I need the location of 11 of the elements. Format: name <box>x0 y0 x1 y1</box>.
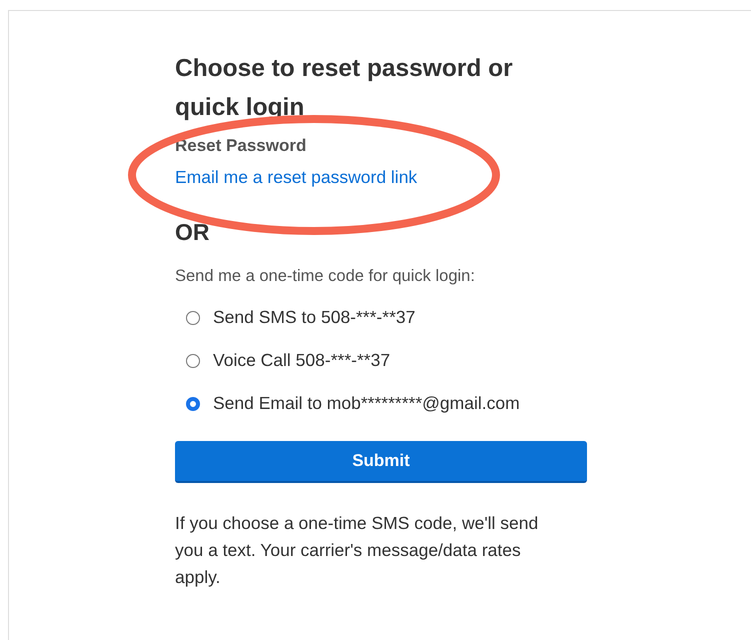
option-label: Voice Call 508-***-**37 <box>213 350 390 371</box>
option-label: Send SMS to 508-***-**37 <box>213 307 416 328</box>
prompt-text: Send me a one-time code for quick login: <box>175 267 475 286</box>
option-label: Send Email to mob*********@gmail.com <box>213 393 520 414</box>
info-text: If you choose a one-time SMS code, we'll send you a text. Your carrier's message/data rates apply. <box>175 512 540 589</box>
radio-button[interactable] <box>186 354 200 368</box>
radio-button[interactable] <box>186 310 200 324</box>
submit-button[interactable]: Submit <box>175 441 587 483</box>
separator-text: OR <box>175 219 210 246</box>
radio-button[interactable] <box>186 396 200 410</box>
reset-password-link[interactable]: Email me a reset password link <box>175 167 418 188</box>
